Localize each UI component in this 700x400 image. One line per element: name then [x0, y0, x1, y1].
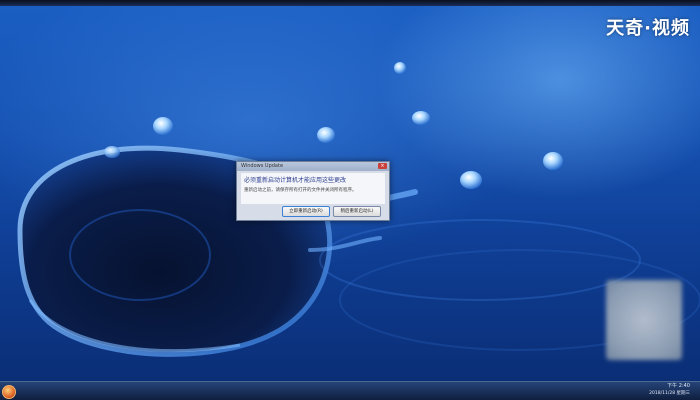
- clock-date: 2018/11/28 星期三: [649, 391, 690, 396]
- blurred-desktop-gadget: [606, 280, 682, 360]
- clock-time: 下午 2:40: [667, 383, 690, 389]
- dialog-message: 重新启动之前，请保存所有打开的文件并关闭所有程序。: [244, 188, 357, 193]
- tray-clock[interactable]: 下午 2:40 2018/11/28 星期三: [649, 383, 690, 397]
- dialog-body: 必须重新启动计算机才能应用这些更改 重新启动之前，请保存所有打开的文件并关闭所有…: [241, 173, 385, 204]
- dialog-heading: 必须重新启动计算机才能应用这些更改: [244, 177, 347, 184]
- restart-later-button[interactable]: 稍后重新启动(L): [333, 206, 381, 217]
- windows-orb-icon[interactable]: [2, 385, 16, 399]
- restart-now-button[interactable]: 立即重新启动(R): [282, 206, 330, 217]
- video-watermark: 天奇·视频: [606, 18, 690, 39]
- restart-required-dialog: Windows Update × 必须重新启动计算机才能应用这些更改 重新启动之…: [236, 161, 390, 221]
- close-icon[interactable]: ×: [378, 163, 387, 169]
- droplet: [394, 62, 406, 74]
- droplet: [104, 146, 120, 158]
- droplet: [543, 152, 563, 170]
- taskbar: 下午 2:40 2018/11/28 星期三: [0, 381, 700, 400]
- droplet: [153, 117, 173, 135]
- droplet: [412, 111, 430, 125]
- dialog-titlebar[interactable]: Windows Update ×: [237, 162, 389, 171]
- desktop-screen: 天奇·视频 Windows Update × 必须重新启动计算机才能应用这些更改…: [0, 0, 700, 400]
- droplet: [460, 171, 482, 189]
- droplet: [317, 127, 335, 143]
- dialog-title: Windows Update: [241, 163, 284, 169]
